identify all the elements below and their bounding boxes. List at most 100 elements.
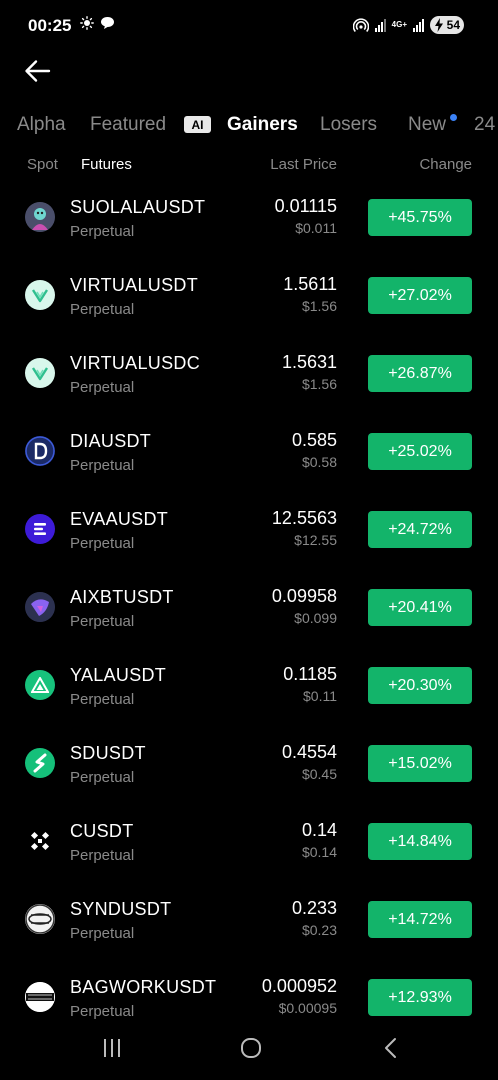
market-row[interactable]: DIAUSDT Perpetual 0.585 $0.58 +25.02%	[0, 412, 498, 490]
virtual-icon	[25, 358, 55, 388]
chevron-left-icon	[385, 1038, 396, 1058]
change-badge[interactable]: +26.87%	[368, 355, 472, 392]
last-price: 0.01115	[274, 196, 337, 216]
contract-type: Perpetual	[70, 847, 135, 864]
yala-icon	[25, 670, 55, 700]
usd-price: $0.58	[301, 454, 337, 470]
brightness-icon	[80, 16, 94, 30]
dia-icon	[25, 436, 55, 466]
market-row[interactable]: CUSDT Perpetual 0.14 $0.14 +14.84%	[0, 802, 498, 880]
contract-type: Perpetual	[70, 613, 135, 630]
last-price: 0.585	[291, 430, 337, 450]
last-price: 1.5631	[281, 352, 337, 372]
market-row[interactable]: AIXBTUSDT Perpetual 0.09958 $0.099 +20.4…	[0, 568, 498, 646]
hotspot-icon	[352, 18, 369, 33]
change-badge[interactable]: +14.84%	[368, 823, 472, 860]
usd-price: $1.56	[301, 298, 337, 314]
change-badge[interactable]: +14.72%	[368, 901, 472, 938]
suolala-icon	[25, 202, 55, 232]
contract-type: Perpetual	[70, 925, 135, 942]
last-price: 0.4554	[281, 742, 337, 762]
symbol: BAGWORKUSDT	[70, 977, 217, 997]
signal-strength-icon	[374, 18, 386, 32]
usd-price: $1.56	[301, 376, 337, 392]
tab-alpha[interactable]: Alpha	[17, 114, 66, 136]
battery-level: 54	[446, 18, 460, 32]
back-button[interactable]	[20, 56, 54, 86]
arrow-left-icon	[25, 60, 51, 82]
status-left-icons	[80, 16, 115, 30]
network-type-label: 4G+	[391, 20, 407, 29]
symbol: SUOLALAUSDT	[70, 197, 206, 217]
subtab-spot[interactable]: Spot	[27, 156, 58, 173]
contract-type: Perpetual	[70, 769, 135, 786]
tab-new[interactable]: New	[408, 114, 446, 136]
new-indicator-dot	[450, 114, 457, 121]
market-row[interactable]: YALAUSDT Perpetual 0.1185 $0.11 +20.30%	[0, 646, 498, 724]
tab-gainers[interactable]: Gainers	[227, 114, 298, 136]
sd-icon	[25, 748, 55, 778]
contract-type: Perpetual	[70, 301, 135, 318]
market-row[interactable]: SDUSDT Perpetual 0.4554 $0.45 +15.02%	[0, 724, 498, 802]
last-price: 0.09958	[271, 586, 337, 606]
symbol: SDUSDT	[70, 743, 146, 763]
change-badge[interactable]: +24.72%	[368, 511, 472, 548]
symbol: DIAUSDT	[70, 431, 152, 451]
usd-price: $0.14	[301, 844, 337, 860]
signal-strength-2-icon	[413, 18, 424, 32]
subtab-futures[interactable]: Futures	[81, 156, 132, 173]
contract-type: Perpetual	[70, 691, 135, 708]
tab-24h[interactable]: 24	[474, 114, 495, 136]
contract-type: Perpetual	[70, 223, 135, 240]
recents-icon	[104, 1039, 120, 1057]
symbol: YALAUSDT	[70, 665, 167, 685]
list-header: Spot Futures Last Price Change	[0, 156, 498, 176]
last-price: 12.5563	[271, 508, 337, 528]
change-badge[interactable]: +25.02%	[368, 433, 472, 470]
ai-badge: AI	[184, 116, 211, 133]
change-badge[interactable]: +45.75%	[368, 199, 472, 236]
category-tabs: Alpha Featured AI Gainers Losers New 24	[0, 114, 498, 140]
market-row[interactable]: SUOLALAUSDT Perpetual 0.01115 $0.011 +45…	[0, 178, 498, 256]
system-back-button[interactable]	[374, 1034, 408, 1062]
aixbt-icon	[25, 592, 55, 622]
market-row[interactable]: EVAAUSDT Perpetual 12.5563 $12.55 +24.72…	[0, 490, 498, 568]
last-price: 0.233	[291, 898, 337, 918]
status-bar: 00:25 4G+ 54	[0, 0, 498, 54]
evaa-icon	[25, 514, 55, 544]
c-coin-icon	[25, 826, 55, 856]
usd-price: $0.11	[303, 688, 337, 704]
change-badge[interactable]: +15.02%	[368, 745, 472, 782]
usd-price: $12.55	[294, 532, 337, 548]
symbol: VIRTUALUSDT	[70, 275, 198, 295]
market-row[interactable]: SYNDUSDT Perpetual 0.233 $0.23 +14.72%	[0, 880, 498, 958]
change-badge[interactable]: +20.41%	[368, 589, 472, 626]
column-last-price[interactable]: Last Price	[270, 156, 337, 173]
home-button[interactable]	[234, 1034, 268, 1062]
usd-price: $0.011	[295, 220, 337, 236]
last-price: 0.000952	[261, 976, 337, 996]
change-badge[interactable]: +20.30%	[368, 667, 472, 704]
chat-bubble-icon	[101, 17, 114, 29]
symbol: VIRTUALUSDC	[70, 353, 200, 373]
change-badge[interactable]: +12.93%	[368, 979, 472, 1016]
market-row[interactable]: VIRTUALUSDC Perpetual 1.5631 $1.56 +26.8…	[0, 334, 498, 412]
contract-type: Perpetual	[70, 535, 135, 552]
charging-bolt-icon	[435, 18, 443, 32]
battery-indicator: 54	[430, 16, 464, 34]
last-price: 0.14	[301, 820, 337, 840]
symbol: AIXBTUSDT	[70, 587, 174, 607]
tab-losers[interactable]: Losers	[320, 114, 377, 136]
symbol: CUSDT	[70, 821, 134, 841]
tab-featured[interactable]: Featured	[90, 114, 166, 136]
status-right-icons: 4G+ 54	[352, 16, 464, 34]
home-icon	[241, 1038, 261, 1058]
column-change[interactable]: Change	[419, 156, 472, 173]
last-price: 1.5611	[283, 274, 337, 294]
contract-type: Perpetual	[70, 1003, 135, 1020]
contract-type: Perpetual	[70, 379, 135, 396]
change-badge[interactable]: +27.02%	[368, 277, 472, 314]
market-row[interactable]: VIRTUALUSDT Perpetual 1.5611 $1.56 +27.0…	[0, 256, 498, 334]
usd-price: $0.00095	[278, 1000, 337, 1016]
recents-button[interactable]	[95, 1034, 129, 1062]
